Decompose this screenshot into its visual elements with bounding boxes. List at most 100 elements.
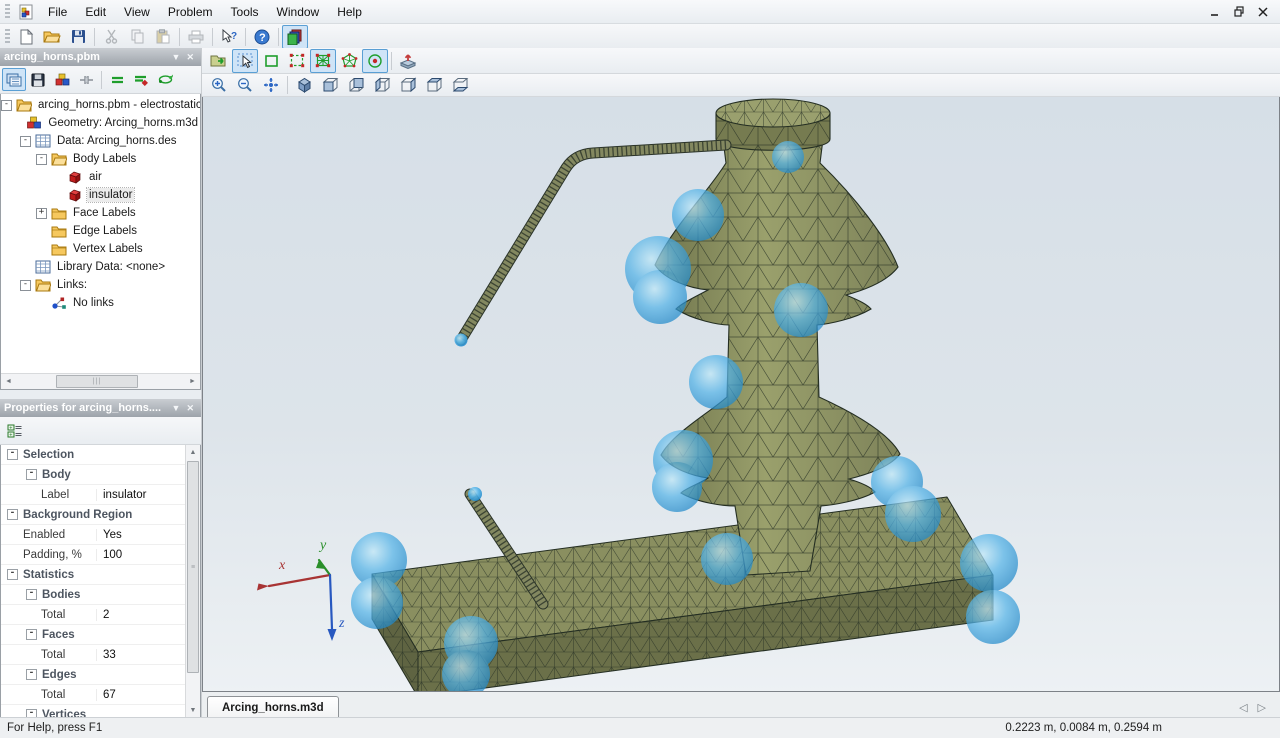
tree-item-links[interactable]: - Links: bbox=[1, 276, 200, 294]
tree-item-vertex-labels[interactable]: Vertex Labels bbox=[1, 240, 200, 258]
close-button[interactable] bbox=[1256, 6, 1270, 18]
prop-section-vertices[interactable]: -Vertices bbox=[1, 705, 185, 717]
prop-value[interactable]: insulator bbox=[97, 489, 146, 501]
context-help-button[interactable]: ? bbox=[216, 25, 242, 49]
vertex-sphere[interactable] bbox=[351, 577, 403, 629]
section-expander[interactable]: - bbox=[7, 509, 18, 520]
scrollbar-thumb[interactable]: ≡ bbox=[187, 461, 199, 673]
select-cursor-button[interactable] bbox=[232, 49, 258, 73]
section-expander[interactable]: - bbox=[26, 469, 37, 480]
tree-expander[interactable]: - bbox=[1, 100, 12, 111]
prop-value[interactable]: 100 bbox=[97, 549, 122, 561]
tree-expander[interactable]: + bbox=[36, 208, 47, 219]
panel-splitter[interactable] bbox=[0, 390, 201, 399]
top-view-button[interactable] bbox=[421, 73, 447, 97]
prop-row-edges-total[interactable]: Total67 bbox=[1, 685, 185, 705]
new-document-button[interactable] bbox=[13, 25, 39, 49]
help-button[interactable]: ? bbox=[249, 25, 275, 49]
section-expander[interactable]: - bbox=[26, 669, 37, 680]
scroll-up-arrow-icon[interactable]: ▲ bbox=[186, 445, 200, 459]
menu-edit[interactable]: Edit bbox=[76, 2, 115, 22]
tree-item-data[interactable]: - Data: Arcing_horns.des bbox=[1, 132, 200, 150]
vertex-sphere[interactable] bbox=[701, 533, 753, 585]
tree-panel-header[interactable]: arcing_horns.pbm ▼ ✕ bbox=[0, 48, 201, 66]
restore-button[interactable] bbox=[1232, 6, 1246, 18]
prop-row-faces-total[interactable]: Total33 bbox=[1, 645, 185, 665]
menu-view[interactable]: View bbox=[115, 2, 159, 22]
section-expander[interactable]: - bbox=[26, 629, 37, 640]
copy-button[interactable] bbox=[124, 25, 150, 49]
tree-item-insulator[interactable]: insulator bbox=[1, 186, 200, 204]
vertex-sphere[interactable] bbox=[774, 283, 828, 337]
grid-select-button[interactable] bbox=[310, 49, 336, 73]
tree-horizontal-scrollbar[interactable]: ◄ ||| ► bbox=[1, 373, 200, 389]
vertex-sphere[interactable] bbox=[966, 590, 1020, 644]
rectangle-tool-button[interactable] bbox=[258, 49, 284, 73]
front-view-button[interactable] bbox=[317, 73, 343, 97]
vertex-sphere[interactable] bbox=[960, 534, 1018, 592]
scroll-right-arrow-icon[interactable]: ► bbox=[185, 374, 200, 389]
tab-scroll-left-icon[interactable]: ◁ bbox=[1239, 701, 1247, 714]
green-equals-button[interactable] bbox=[105, 68, 129, 91]
viewport-3d-scene[interactable]: x y z bbox=[202, 97, 1280, 692]
section-expander[interactable]: - bbox=[26, 709, 37, 717]
zoom-fit-button[interactable] bbox=[258, 73, 284, 97]
vertex-sphere[interactable] bbox=[885, 486, 941, 542]
vertex-sphere-small[interactable] bbox=[468, 487, 482, 501]
minimize-button[interactable] bbox=[1208, 6, 1222, 18]
paste-button[interactable] bbox=[150, 25, 176, 49]
prop-row-enabled[interactable]: EnabledYes bbox=[1, 525, 185, 545]
menu-problem[interactable]: Problem bbox=[159, 2, 222, 22]
tree-item-air[interactable]: air bbox=[1, 168, 200, 186]
tab-arcing-horns-m3d[interactable]: Arcing_horns.m3d bbox=[207, 696, 339, 718]
window-cascade-button[interactable] bbox=[282, 25, 308, 49]
back-view-button[interactable] bbox=[343, 73, 369, 97]
vertex-sphere-small[interactable] bbox=[455, 334, 468, 347]
categorized-view-button[interactable]: + + bbox=[2, 419, 26, 442]
prop-row-padding[interactable]: Padding, %100 bbox=[1, 545, 185, 565]
prop-section-faces[interactable]: -Faces bbox=[1, 625, 185, 645]
section-expander[interactable]: - bbox=[7, 449, 18, 460]
prop-section-background-region[interactable]: -Background Region bbox=[1, 505, 185, 525]
prop-section-selection[interactable]: -Selection bbox=[1, 445, 185, 465]
green-equals-marker-button[interactable] bbox=[129, 68, 153, 91]
prop-row-label[interactable]: Labelinsulator bbox=[1, 485, 185, 505]
save-problem-button[interactable] bbox=[26, 68, 50, 91]
tree-item-project-root[interactable]: - arcing_horns.pbm - electrostatics bbox=[1, 96, 200, 114]
vertex-sphere[interactable] bbox=[633, 270, 687, 324]
vertex-sphere[interactable] bbox=[652, 462, 702, 512]
properties-vertical-scrollbar[interactable]: ▲ ≡ ▼ bbox=[185, 445, 200, 717]
rotate-3d-button[interactable] bbox=[153, 68, 177, 91]
section-expander[interactable]: - bbox=[26, 589, 37, 600]
prop-section-statistics[interactable]: -Statistics bbox=[1, 565, 185, 585]
prop-section-body[interactable]: -Body bbox=[1, 465, 185, 485]
selection-handles-button[interactable] bbox=[284, 49, 310, 73]
vertex-mode-button[interactable] bbox=[362, 49, 388, 73]
connector-button[interactable] bbox=[74, 68, 98, 91]
mesh-model-canvas[interactable]: x y z bbox=[203, 97, 1280, 692]
tree-expander[interactable]: - bbox=[20, 280, 31, 291]
open-button[interactable] bbox=[39, 25, 65, 49]
tree-item-body-labels[interactable]: - Body Labels bbox=[1, 150, 200, 168]
extrude-button[interactable] bbox=[395, 49, 421, 73]
cut-button[interactable] bbox=[98, 25, 124, 49]
panel-menu-button[interactable]: ▼ bbox=[169, 52, 184, 62]
section-expander[interactable]: - bbox=[7, 569, 18, 580]
scrollbar-thumb[interactable]: ||| bbox=[56, 375, 138, 388]
menu-file[interactable]: File bbox=[39, 2, 76, 22]
panel-close-button[interactable]: ✕ bbox=[183, 52, 197, 63]
tree-expander[interactable]: - bbox=[20, 136, 31, 147]
geometry-button[interactable] bbox=[50, 68, 74, 91]
zoom-in-button[interactable] bbox=[206, 73, 232, 97]
tree-item-edge-labels[interactable]: Edge Labels bbox=[1, 222, 200, 240]
vertex-sphere[interactable] bbox=[772, 141, 804, 173]
panel-menu-button[interactable]: ▼ bbox=[169, 403, 184, 413]
zoom-out-button[interactable] bbox=[232, 73, 258, 97]
tree-item-library-data[interactable]: Library Data: <none> bbox=[1, 258, 200, 276]
save-button[interactable] bbox=[65, 25, 91, 49]
left-view-button[interactable] bbox=[369, 73, 395, 97]
iso-view-button[interactable] bbox=[291, 73, 317, 97]
prop-value[interactable]: 67 bbox=[97, 689, 116, 701]
toolbar-grip[interactable] bbox=[5, 29, 10, 45]
print-button[interactable] bbox=[183, 25, 209, 49]
